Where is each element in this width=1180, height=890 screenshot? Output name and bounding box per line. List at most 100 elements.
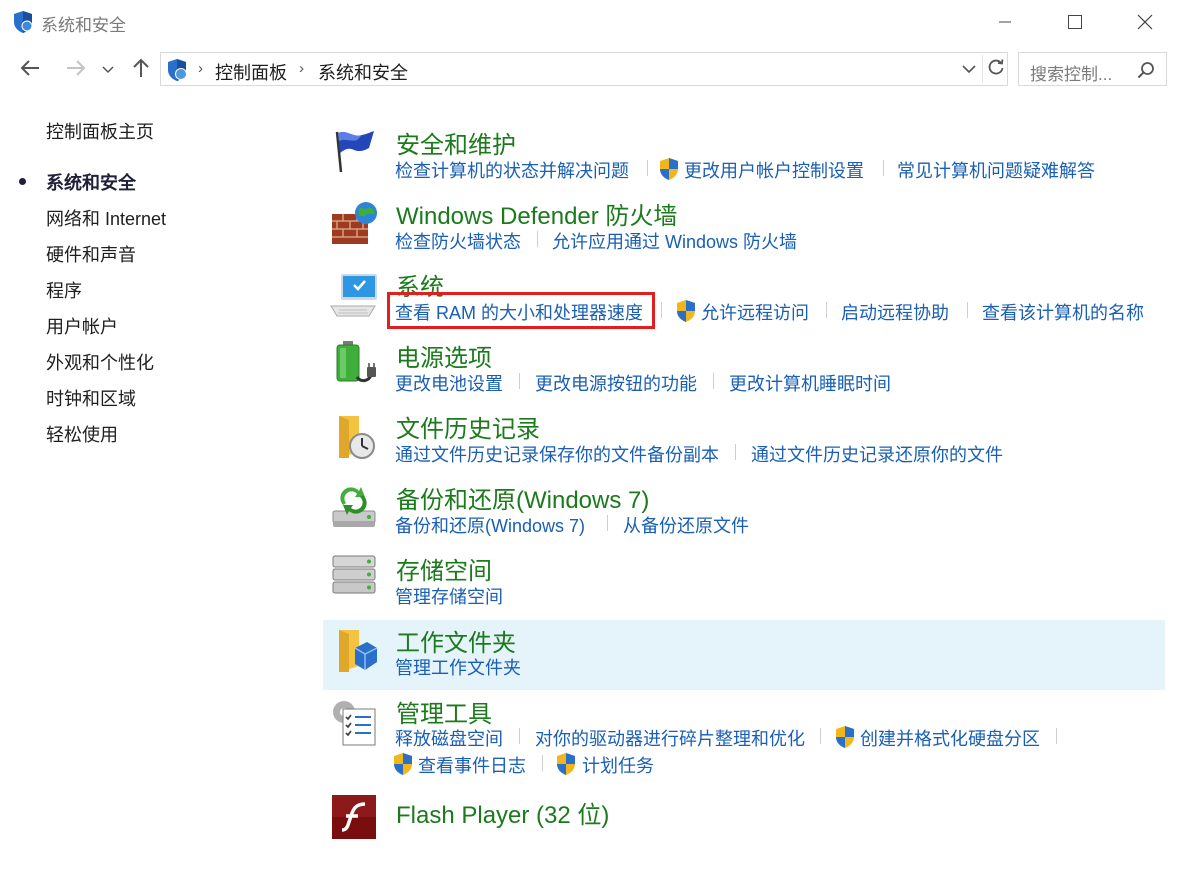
work-folders-icon[interactable]	[329, 626, 379, 676]
category-title[interactable]: Windows Defender 防火墙	[396, 196, 677, 231]
uac-shield-icon	[658, 157, 680, 181]
storage-icon[interactable]	[329, 552, 379, 602]
sidebar-item-user-accounts[interactable]: 用户帐户	[46, 313, 118, 339]
close-button[interactable]	[1110, 0, 1180, 44]
up-button[interactable]	[127, 56, 155, 84]
recent-locations-button[interactable]	[98, 56, 118, 84]
link-remote-assistance[interactable]: 启动远程协助	[841, 299, 949, 325]
battery-icon[interactable]	[329, 339, 379, 389]
link-power-button[interactable]: 更改电源按钮的功能	[535, 370, 697, 396]
uac-shield-icon	[675, 299, 697, 323]
link-separator	[537, 231, 538, 247]
category-title[interactable]: 系统	[396, 267, 444, 302]
link-separator	[519, 373, 520, 389]
link-disk-cleanup[interactable]: 释放磁盘空间	[395, 725, 503, 751]
link-separator	[713, 373, 714, 389]
navigation-bar: › 控制面板 › 系统和安全 搜索控制...	[0, 48, 1180, 92]
category-firewall: Windows Defender 防火墙 检查防火墙状态 允许应用通过 Wind…	[323, 191, 1165, 259]
breadcrumb-control-panel[interactable]: 控制面板	[215, 59, 287, 85]
link-defragment[interactable]: 对你的驱动器进行碎片整理和优化	[535, 725, 805, 751]
sidebar-item-ease-of-access[interactable]: 轻松使用	[46, 421, 118, 447]
link-remote-access[interactable]: 允许远程访问	[701, 299, 809, 325]
link-allow-app[interactable]: 允许应用通过 Windows 防火墙	[552, 228, 797, 254]
link-firewall-status[interactable]: 检查防火墙状态	[395, 228, 521, 254]
category-admin-tools: 管理工具 释放磁盘空间 对你的驱动器进行碎片整理和优化 创建并格式化硬盘分区 查…	[323, 689, 1165, 785]
arrow-left-icon	[19, 59, 41, 82]
window-title: 系统和安全	[41, 16, 126, 35]
link-backup-copy[interactable]: 通过文件历史记录保存你的文件备份副本	[395, 441, 719, 467]
category-power-options: 电源选项 更改电池设置 更改电源按钮的功能 更改计算机睡眠时间	[323, 333, 1165, 401]
admin-tools-icon[interactable]	[329, 697, 379, 747]
address-history-button[interactable]	[959, 61, 979, 79]
link-troubleshoot[interactable]: 常见计算机问题疑难解答	[897, 157, 1095, 183]
link-separator	[826, 302, 827, 318]
backup-icon[interactable]	[329, 483, 379, 533]
link-restore-files[interactable]: 通过文件历史记录还原你的文件	[751, 441, 1003, 467]
uac-shield-icon	[834, 725, 856, 749]
sidebar-item-home[interactable]: 控制面板主页	[46, 118, 154, 144]
category-title[interactable]: 备份和还原(Windows 7)	[396, 480, 649, 515]
category-title[interactable]: Flash Player (32 位)	[396, 795, 609, 830]
search-icon[interactable]	[1137, 61, 1155, 84]
breadcrumb-system-security[interactable]: 系统和安全	[318, 59, 408, 85]
link-restore-from-backup[interactable]: 从备份还原文件	[623, 512, 749, 538]
link-sleep-time[interactable]: 更改计算机睡眠时间	[729, 370, 891, 396]
flash-icon[interactable]	[331, 794, 377, 840]
breadcrumb-separator-icon[interactable]: ›	[299, 60, 304, 77]
computer-icon[interactable]	[329, 270, 379, 320]
link-create-partitions[interactable]: 创建并格式化硬盘分区	[860, 725, 1040, 751]
link-separator	[607, 515, 608, 531]
link-uac-settings[interactable]: 更改用户帐户控制设置	[684, 157, 864, 183]
link-check-status[interactable]: 检查计算机的状态并解决问题	[395, 157, 629, 183]
link-battery-settings[interactable]: 更改电池设置	[395, 370, 503, 396]
link-separator	[735, 444, 736, 460]
refresh-button[interactable]	[982, 55, 1008, 83]
forward-button[interactable]	[62, 56, 90, 84]
sidebar-item-system-security: 系统和安全	[46, 173, 136, 193]
link-separator	[661, 302, 662, 318]
link-manage-work-folders[interactable]: 管理工作文件夹	[395, 654, 521, 680]
address-bar[interactable]: › 控制面板 › 系统和安全	[160, 52, 1008, 86]
category-storage-spaces: 存储空间 管理存储空间	[323, 546, 1165, 614]
search-input[interactable]: 搜索控制...	[1030, 60, 1112, 85]
category-title[interactable]: 工作文件夹	[396, 623, 516, 658]
sidebar-item-network[interactable]: 网络和 Internet	[46, 205, 166, 231]
category-title[interactable]: 电源选项	[396, 338, 492, 373]
breadcrumb-separator-icon[interactable]: ›	[198, 60, 203, 77]
arrow-up-icon	[132, 57, 150, 84]
sidebar-item-programs[interactable]: 程序	[46, 277, 82, 303]
current-item-bullet	[19, 178, 26, 185]
link-event-log[interactable]: 查看事件日志	[418, 752, 526, 778]
link-backup-restore-win7[interactable]: 备份和还原(Windows 7)	[395, 512, 585, 538]
link-separator	[542, 755, 543, 771]
category-title[interactable]: 管理工具	[396, 694, 492, 729]
maximize-icon	[1067, 14, 1083, 30]
sidebar-item-clock-region[interactable]: 时钟和区域	[46, 385, 136, 411]
link-separator	[820, 728, 821, 744]
title-bar: 系统和安全	[0, 0, 1180, 44]
category-work-folders[interactable]: 工作文件夹 管理工作文件夹	[323, 620, 1165, 690]
back-button[interactable]	[16, 56, 44, 84]
minimize-icon	[998, 15, 1012, 29]
link-view-ram-cpu[interactable]: 查看 RAM 的大小和处理器速度	[395, 299, 643, 325]
link-task-scheduler[interactable]: 计划任务	[582, 752, 654, 778]
file-history-icon[interactable]	[329, 412, 379, 462]
arrow-right-icon	[65, 59, 87, 82]
link-computer-name[interactable]: 查看该计算机的名称	[982, 299, 1144, 325]
flag-icon[interactable]	[329, 126, 379, 176]
minimize-button[interactable]	[970, 0, 1040, 44]
category-title[interactable]: 安全和维护	[396, 125, 516, 160]
firewall-icon[interactable]	[329, 199, 379, 249]
search-box[interactable]: 搜索控制...	[1018, 52, 1167, 86]
category-title[interactable]: 存储空间	[396, 551, 492, 586]
control-panel-icon	[164, 57, 190, 83]
category-title[interactable]: 文件历史记录	[396, 409, 540, 444]
link-separator	[1056, 728, 1057, 744]
link-manage-storage[interactable]: 管理存储空间	[395, 583, 503, 609]
category-backup-restore: 备份和还原(Windows 7) 备份和还原(Windows 7) 从备份还原文…	[323, 475, 1165, 543]
maximize-button[interactable]	[1040, 0, 1110, 44]
category-flash-player: Flash Player (32 位)	[323, 790, 1165, 846]
sidebar-item-hardware-sound[interactable]: 硬件和声音	[46, 241, 136, 267]
refresh-icon	[987, 58, 1005, 81]
sidebar-item-appearance[interactable]: 外观和个性化	[46, 349, 154, 375]
